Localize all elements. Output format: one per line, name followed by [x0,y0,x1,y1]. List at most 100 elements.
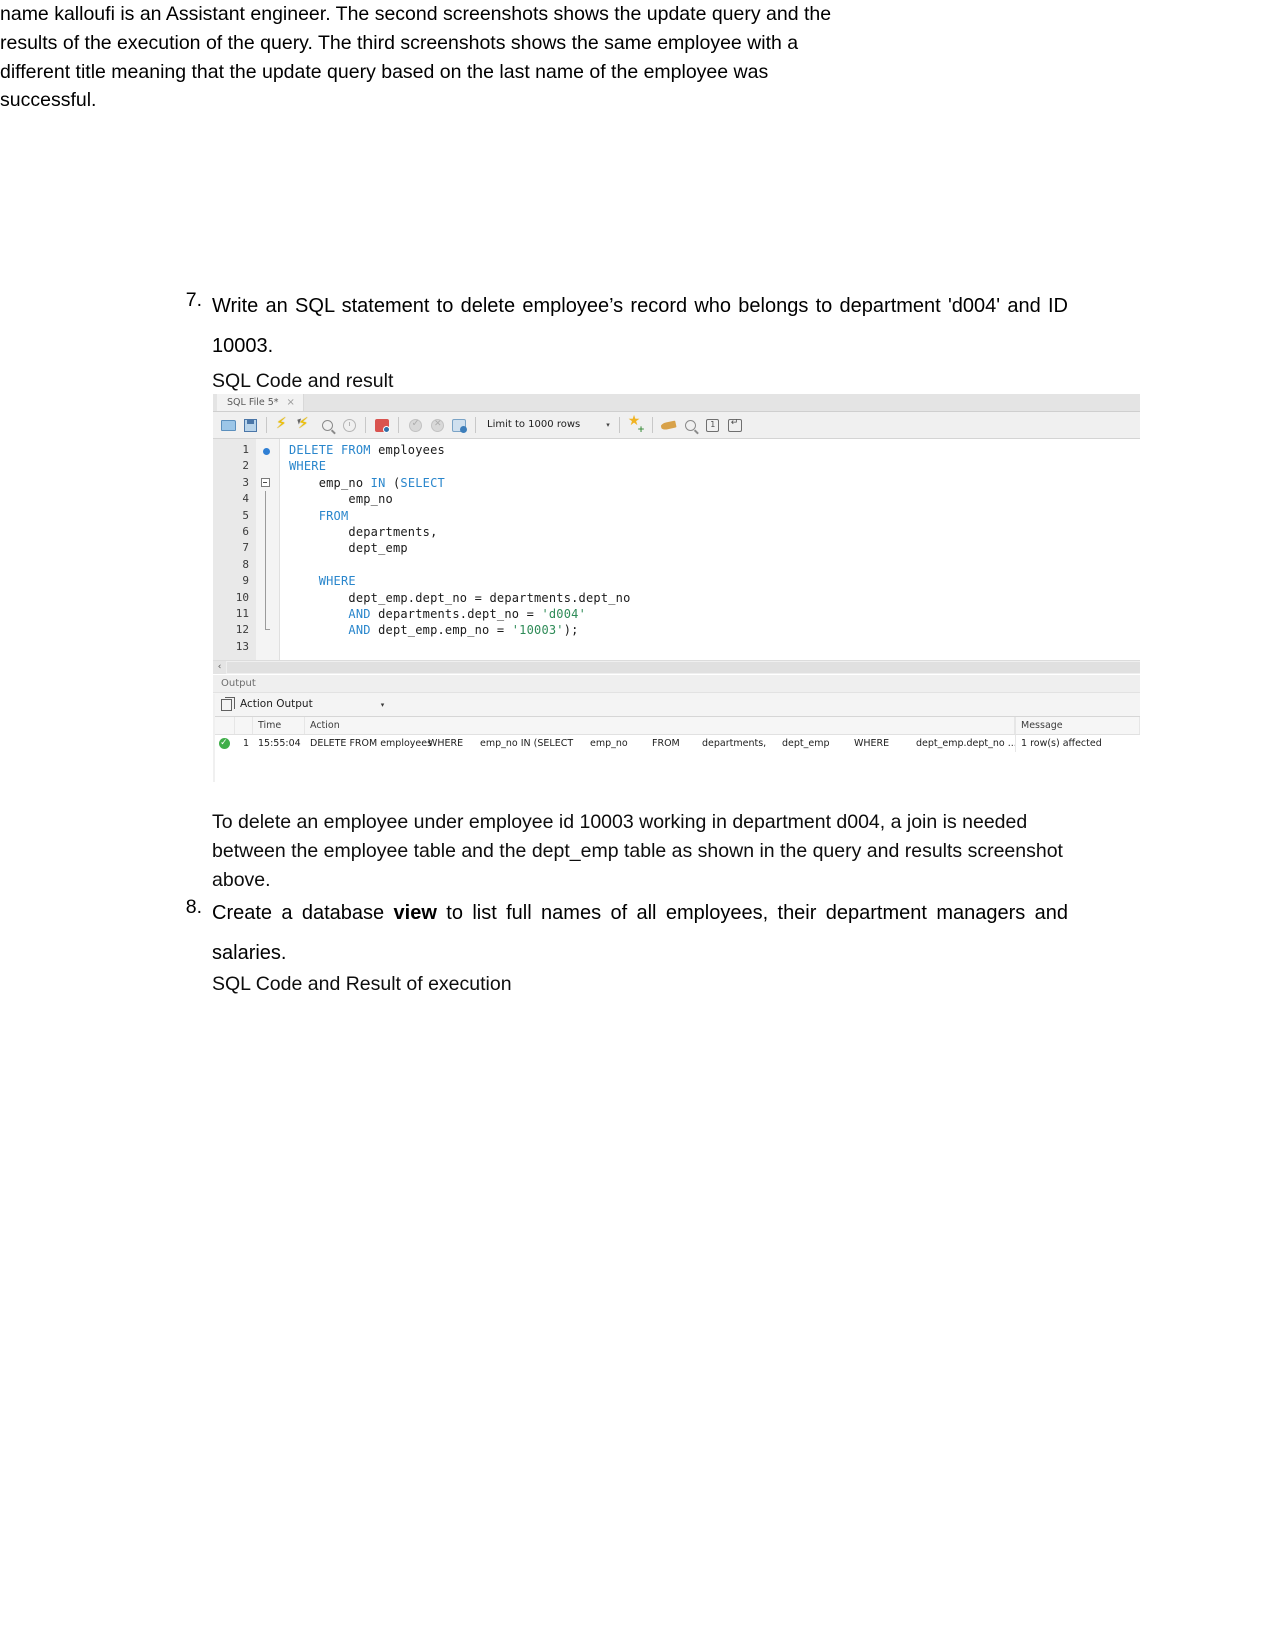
code-text: AND departments.dept_no = 'd004' [289,606,587,621]
code-text: dept_emp [289,541,408,556]
line-number: 9 [242,574,249,588]
action-fragment: emp_no IN (SELECT [480,738,574,749]
code-line: 9 WHERE [213,573,1140,590]
rollback-icon[interactable] [428,416,446,434]
stop-icon[interactable] [340,416,358,434]
table-header-row: Time Action Message [213,717,1140,735]
explanation-paragraph: To delete an employee under employee id … [212,811,1063,891]
line-marker-empty [256,639,279,655]
row-index: 1 [242,738,249,749]
table-row[interactable]: 115:55:04DELETE FROM employeesWHEREemp_n… [213,735,1140,752]
breakpoint-icon [256,442,279,458]
save-icon[interactable] [241,416,259,434]
toolbar-divider [398,417,399,433]
line-number: 7 [242,541,249,555]
line-number: 12 [235,623,249,637]
code-text: emp_no [289,492,393,507]
execute-current-statement-icon[interactable] [296,416,314,434]
fold-guide-line [256,589,279,606]
line-number: 10 [235,590,249,604]
code-text: emp_no IN (SELECT [289,475,445,490]
code-line: 12 AND dept_emp.emp_no = '10003'); [213,622,1140,638]
fold-guide-line [256,540,279,557]
tab-sql-file-5[interactable]: SQL File 5* × [217,394,304,411]
code-line: 6 departments, [213,523,1140,541]
invisible-chars-icon[interactable]: 1 [704,416,722,434]
row-action: DELETE FROM employeesWHERE emp_no IN (SEL… [305,735,1015,752]
question-8-bold-word: view [393,902,437,924]
code-text: WHERE [289,459,327,474]
row-message: 1 row(s) affected [1015,735,1140,752]
editor-horizontal-scrollbar[interactable]: ‹ [213,660,1140,674]
wrap-lines-icon[interactable] [726,416,744,434]
scrollbar-track[interactable] [227,662,1140,673]
question-8-number: 8. [185,896,202,918]
question-7-text: Write an SQL statement to delete employe… [212,295,1068,357]
fold-guide-line [256,573,279,590]
action-fragment: dept_emp [782,738,830,749]
line-number: 5 [242,508,249,522]
line-number: 8 [242,557,249,571]
toolbar-divider [365,417,366,433]
line-number: 1 [242,443,249,456]
question-8-text: Create a database view to list full name… [212,893,1068,973]
fold-guide-line [256,605,279,623]
action-fragment: WHERE [428,738,464,749]
chevron-down-icon[interactable]: ▾ [606,421,610,429]
output-selector-bar: Action Output ▾ [213,692,1140,717]
sql-editor[interactable]: 1 DELETE FROM employees 2 WHERE 3 emp_no IN … [213,439,1140,660]
caption-sql-code-and-result: SQL Code and result [212,370,394,392]
column-header-time: Time [253,717,305,734]
find-icon[interactable] [682,416,700,434]
code-text: AND dept_emp.emp_no = '10003'); [289,623,579,638]
output-type-selector-label: Action Output [240,698,313,711]
copy-icon[interactable] [221,696,235,711]
code-line: 2 WHERE [213,458,1140,474]
document-page: name kalloufi is an Assistant engineer. … [0,0,1275,1651]
code-text: WHERE [289,574,356,589]
tab-label: SQL File 5* [227,396,279,408]
sql-code-area[interactable]: 1 DELETE FROM employees 2 WHERE 3 emp_no IN … [213,439,1140,655]
status-success-icon [213,735,235,752]
line-marker-empty [256,458,279,474]
action-fragment: FROM [652,738,680,749]
row-time: 15:55:04 [258,738,301,749]
action-fragment: DELETE FROM employees [310,738,433,749]
line-number: 13 [235,639,249,653]
editor-toolbar: Limit to 1000 rows ▾ 1 [213,412,1140,439]
code-text: DELETE FROM employees [289,443,445,457]
open-folder-icon[interactable] [219,416,237,434]
fold-guide-line [256,523,279,541]
toggle-explain-icon[interactable] [373,416,391,434]
table-body: 115:55:04DELETE FROM employeesWHEREemp_n… [213,735,1140,752]
intro-paragraph: name kalloufi is an Assistant engineer. … [0,3,832,112]
code-text: departments, [289,524,438,539]
column-header-action: Action [305,717,1015,734]
code-line: 4 emp_no [213,491,1140,508]
action-fragment: WHERE [854,738,890,749]
star-icon[interactable] [627,414,645,435]
line-number: 6 [242,524,249,538]
question-8-text-before: Create a database [212,902,394,924]
explain-icon[interactable] [318,416,336,434]
autocommit-icon[interactable] [450,416,468,434]
fold-guide-line [256,491,279,508]
code-line: 11 AND departments.dept_no = 'd004' [213,605,1140,623]
output-panel-title-bar: Output [213,674,1140,692]
scroll-left-arrow-icon[interactable]: ‹ [213,661,226,674]
execute-icon[interactable] [274,416,292,434]
chevron-down-icon[interactable]: ▾ [381,701,385,709]
column-header-index [235,717,253,734]
beautify-icon[interactable] [660,416,678,434]
code-text: dept_emp.dept_no = departments.dept_no [289,590,631,605]
code-line: 8 [213,556,1140,574]
line-number: 4 [242,492,249,506]
code-line: 10 dept_emp.dept_no = departments.dept_n… [213,589,1140,606]
mysql-workbench-screenshot: SQL File 5* × Limit to 1000 rows ▾ [213,394,1140,782]
code-line: 7 dept_emp [213,540,1140,557]
commit-icon[interactable] [406,416,424,434]
fold-guide-end [256,622,279,638]
caption-sql-code-and-result-of-execution: SQL Code and Result of execution [212,973,512,995]
column-header-status [213,717,235,734]
close-icon[interactable]: × [287,397,295,408]
